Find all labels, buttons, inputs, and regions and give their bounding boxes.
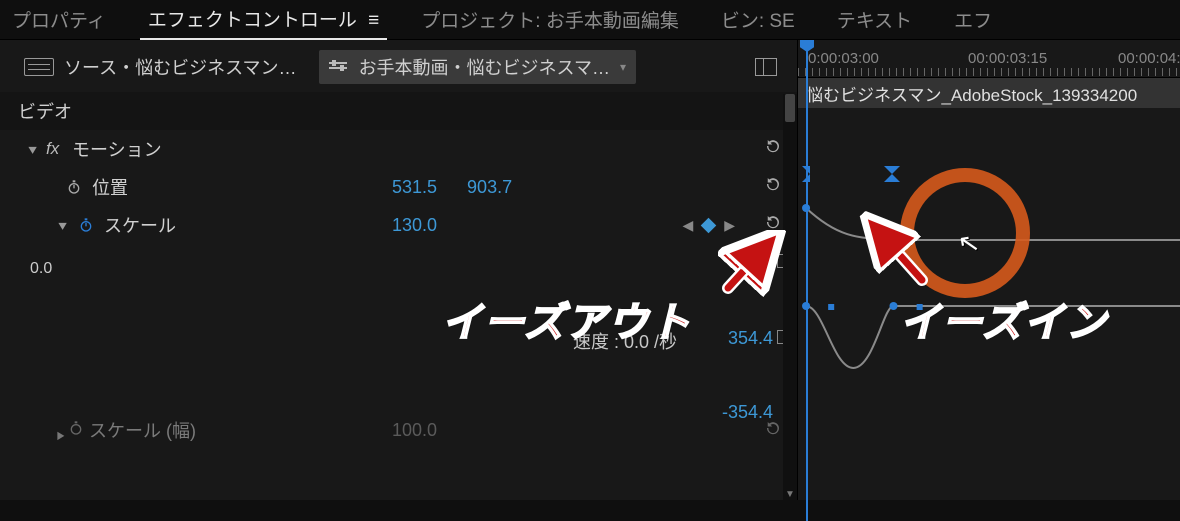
source-crumb-label: ソース・悩むビジネスマン…	[64, 54, 297, 80]
position-y-value[interactable]: 903.7	[467, 177, 512, 198]
tab-effect-controls[interactable]: エフェクトコントロール ≡	[140, 0, 387, 41]
property-position-row[interactable]: 位置 531.5 903.7	[0, 168, 797, 206]
motion-label: モーション	[72, 136, 162, 162]
stopwatch-active-icon[interactable]	[76, 215, 96, 235]
scroll-down-icon[interactable]: ▼	[783, 489, 797, 500]
panel-menu-icon[interactable]: ≡	[362, 10, 379, 31]
property-scale-width-row[interactable]: ▾ スケール (幅) 100.0	[0, 410, 797, 450]
effect-controls-panel: ソース・悩むビジネスマン… お手本動画・悩むビジネスマ… ▾ ビデオ ▾ fx …	[0, 40, 798, 500]
position-x-value[interactable]: 531.5	[392, 177, 437, 198]
panel-tab-strip: プロパティ エフェクトコントロール ≡ プロジェクト: お手本動画編集 ビン: …	[0, 0, 1180, 40]
chevron-down-icon[interactable]: ▾	[58, 217, 77, 234]
sequence-crumb[interactable]: お手本動画・悩むビジネスマ… ▾	[319, 50, 637, 84]
section-video-header: ビデオ	[0, 92, 797, 130]
stopwatch-icon[interactable]	[64, 177, 84, 197]
tab-ef-partial: エフ	[946, 0, 1000, 39]
clip-name: 悩むビジネスマン_AdobeStock_139334200	[806, 81, 1137, 106]
add-remove-keyframe-button[interactable]	[701, 217, 717, 233]
toggle-timeline-view-icon[interactable]	[755, 58, 777, 76]
annotation-arrow-icon	[718, 230, 788, 300]
time-tick: 00:00:03:15	[968, 50, 1047, 67]
prev-keyframe-button[interactable]: ◀	[682, 217, 693, 234]
source-clip-icon	[24, 58, 54, 76]
scale-value[interactable]: 130.0	[392, 215, 437, 236]
tab-bin[interactable]: ビン: SE	[713, 0, 803, 39]
position-label: 位置	[92, 174, 128, 200]
fx-badge-icon[interactable]: fx	[46, 139, 72, 159]
sliders-icon	[329, 59, 349, 75]
annotation-arrow-icon	[858, 210, 938, 290]
time-ruler[interactable]: 0:00:03:00 00:00:03:15 00:00:04:0	[798, 40, 1180, 78]
tab-text[interactable]: テキスト	[829, 0, 920, 39]
scrollbar-thumb[interactable]	[785, 94, 795, 122]
tab-project[interactable]: プロジェクト: お手本動画編集	[413, 0, 687, 39]
velocity-node[interactable]	[802, 302, 810, 310]
sequence-crumb-label: お手本動画・悩むビジネスマ…	[359, 54, 610, 80]
effect-motion-row[interactable]: ▾ fx モーション	[0, 130, 797, 168]
graph-value-mid: 354.4	[728, 328, 773, 349]
chevron-down-icon: ▾	[620, 60, 626, 74]
reset-parameter-button[interactable]	[763, 419, 783, 442]
chevron-right-icon[interactable]: ▾	[52, 420, 69, 439]
reset-effect-button[interactable]	[763, 137, 783, 161]
velocity-node[interactable]	[889, 302, 897, 310]
annotation-ease-in-label: イーズイン	[900, 290, 1108, 348]
chevron-down-icon[interactable]: ▾	[28, 141, 47, 158]
time-tick: 0:00:03:00	[808, 50, 879, 67]
tab-effect-controls-label: エフェクトコントロール	[148, 10, 357, 31]
tab-properties[interactable]: プロパティ	[4, 0, 114, 39]
bezier-handle[interactable]	[828, 304, 834, 310]
breadcrumb: ソース・悩むビジネスマン… お手本動画・悩むビジネスマ… ▾	[0, 40, 797, 92]
ruler-ticks	[798, 68, 1180, 76]
stopwatch-icon[interactable]	[68, 420, 84, 441]
scale-width-value: 100.0	[392, 420, 437, 440]
time-tick: 00:00:04:0	[1118, 50, 1180, 67]
reset-parameter-button[interactable]	[763, 175, 783, 199]
clip-bar[interactable]: 悩むビジネスマン_AdobeStock_139334200	[798, 78, 1180, 108]
scale-width-label: スケール (幅)	[89, 417, 196, 443]
property-scale-row[interactable]: ▾ スケール 130.0 ◀ ▶	[0, 206, 797, 244]
source-crumb[interactable]: ソース・悩むビジネスマン…	[14, 50, 307, 84]
keyframe-node[interactable]	[802, 204, 810, 212]
annotation-ease-out-label: イーズアウト	[442, 290, 692, 348]
graph-axis-zero: 0.0	[30, 260, 52, 278]
scale-label: スケール	[104, 212, 176, 238]
